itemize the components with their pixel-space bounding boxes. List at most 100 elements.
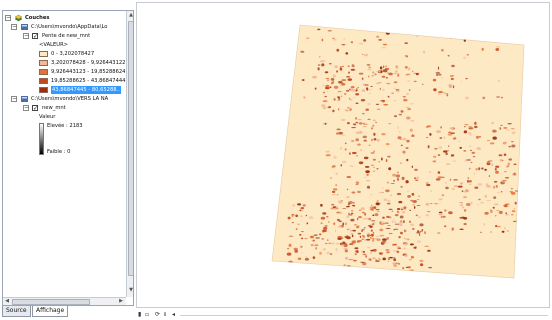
slope-mark: [391, 220, 394, 223]
slope-mark: [414, 206, 416, 209]
slope-mark: [328, 63, 332, 65]
horizontal-scrollbar[interactable]: ◀ ▶: [3, 297, 126, 305]
tab-display[interactable]: Affichage: [32, 306, 69, 317]
scroll-up-icon[interactable]: ▲: [127, 12, 133, 20]
slope-mark: [477, 203, 479, 206]
table-of-contents: − Couches − C:\Users\mvondo\AppData\Lo −…: [2, 10, 134, 306]
slope-mark: [491, 122, 495, 124]
slope-mark: [446, 163, 451, 165]
map-view[interactable]: [136, 2, 550, 308]
slope-mark: [433, 88, 437, 92]
slope-mark: [360, 261, 365, 263]
tab-source[interactable]: Source: [2, 306, 31, 317]
horizontal-scroll-thumb[interactable]: [12, 299, 90, 305]
collapse-icon[interactable]: −: [11, 24, 17, 30]
slope-mark: [463, 38, 466, 42]
slope-mark: [429, 203, 433, 205]
collapse-icon[interactable]: −: [11, 96, 17, 102]
vertical-scroll-thumb[interactable]: [128, 21, 133, 276]
collapse-icon[interactable]: −: [23, 33, 29, 39]
slope-mark: [322, 91, 326, 94]
slope-mark: [329, 177, 333, 179]
slope-mark: [365, 179, 371, 182]
layer-visibility-checkbox[interactable]: ✓: [32, 105, 38, 112]
layer-visibility-checkbox[interactable]: ✓: [32, 33, 38, 40]
slope-mark: [356, 250, 359, 254]
slope-mark: [319, 56, 321, 58]
slope-mark: [382, 100, 385, 103]
scroll-down-icon[interactable]: ▼: [127, 287, 133, 295]
slope-mark: [505, 214, 509, 216]
layout-view-icon[interactable]: ▮: [138, 311, 141, 319]
slope-mark: [405, 106, 410, 109]
slope-mark: [498, 154, 503, 157]
slope-mark: [344, 109, 349, 112]
slope-mark: [387, 225, 391, 226]
slope-mark: [333, 208, 337, 210]
slope-mark: [419, 233, 421, 237]
slope-mark: [368, 93, 371, 94]
slope-mark: [443, 136, 446, 139]
slope-mark: [387, 258, 391, 260]
slope-mark: [358, 72, 364, 75]
slope-mark: [429, 133, 432, 136]
slope-mark: [390, 194, 393, 196]
slope-mark: [370, 86, 373, 87]
slope-mark: [323, 226, 328, 230]
slope-mark: [288, 235, 294, 237]
slope-mark: [484, 168, 487, 171]
slope-mark: [381, 252, 384, 254]
slope-mark: [478, 198, 481, 201]
slope-mark: [366, 185, 371, 189]
slope-mark: [399, 139, 403, 140]
slope-mark: [350, 210, 354, 212]
collapse-icon[interactable]: −: [23, 105, 29, 111]
map-canvas[interactable]: [137, 3, 549, 307]
slope-mark: [411, 192, 415, 196]
slope-mark: [382, 234, 384, 237]
slope-mark: [346, 89, 350, 92]
slope-mark: [497, 226, 501, 228]
scroll-right-icon[interactable]: ▶: [117, 298, 125, 305]
slope-mark: [363, 139, 367, 142]
slope-mark: [308, 216, 314, 219]
slope-mark: [381, 133, 386, 136]
vertical-scrollbar[interactable]: ▲ ▼: [126, 11, 133, 297]
slope-mark: [484, 194, 488, 198]
toc-root-label: Couches: [25, 15, 50, 21]
slope-mark: [463, 130, 468, 134]
slope-mark: [496, 96, 501, 98]
slope-mark: [503, 141, 508, 144]
slope-mark: [463, 196, 467, 199]
slope-mark: [369, 252, 372, 254]
slope-mark: [358, 216, 362, 219]
slope-mark: [425, 214, 429, 217]
slope-mark: [354, 247, 359, 250]
slope-mark: [515, 220, 518, 224]
slope-mark: [444, 93, 449, 95]
slope-mark: [511, 210, 516, 213]
slope-mark: [367, 224, 371, 227]
slope-mark: [471, 151, 476, 154]
slope-mark: [323, 60, 326, 62]
slope-mark: [334, 65, 338, 69]
slope-mark: [507, 162, 510, 166]
slope-mark: [441, 194, 445, 197]
slope-mark: [324, 95, 328, 98]
refresh-icon[interactable]: ⟳: [155, 311, 160, 319]
slope-mark: [488, 175, 491, 177]
slope-mark: [366, 64, 371, 66]
slope-mark: [424, 245, 429, 247]
slope-mark: [461, 206, 465, 209]
slope-mark: [320, 203, 323, 207]
slope-mark: [459, 182, 464, 184]
slope-mark: [407, 80, 411, 82]
ramp-high-row: Elevée : 2183: [47, 122, 83, 130]
slope-mark: [336, 48, 340, 52]
scroll-left-icon[interactable]: ◀: [3, 298, 11, 305]
data-view-icon[interactable]: ▫: [145, 311, 149, 319]
pause-icon[interactable]: ॥: [163, 311, 167, 319]
scroll-left-icon[interactable]: ◂: [172, 311, 175, 319]
slope-mark: [447, 133, 453, 136]
collapse-icon[interactable]: −: [5, 15, 11, 21]
